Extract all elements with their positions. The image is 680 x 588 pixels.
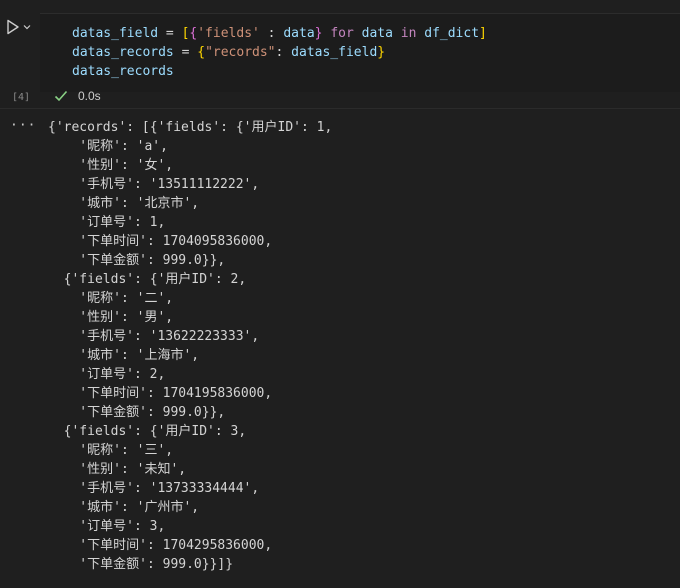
code-token: in: [400, 26, 417, 41]
output-line: '下单时间': 1704295836000,: [48, 538, 273, 553]
output-line: '下单时间': 1704195836000,: [48, 386, 273, 401]
output-line: '订单号': 1,: [48, 215, 166, 230]
output-line: '下单金额': 999.0}},: [48, 405, 226, 420]
execution-duration: 0.0s: [78, 89, 101, 103]
output-line: {'fields': {'用户ID': 3,: [48, 424, 247, 439]
output-line: '订单号': 2,: [48, 367, 166, 382]
output-line: '下单金额': 999.0}},: [48, 253, 226, 268]
output-line: {'fields': {'用户ID': 2,: [48, 272, 247, 287]
cell-run-controls: [6, 18, 36, 36]
code-token: {: [197, 45, 206, 60]
code-token: data: [353, 26, 401, 41]
code-line[interactable]: datas_field = [{'fields' : data} for dat…: [72, 24, 487, 43]
code-line[interactable]: datas_records: [72, 62, 174, 81]
output-more-actions-icon[interactable]: ···: [10, 118, 36, 133]
code-token: for: [330, 26, 354, 41]
code-token: "records": [205, 45, 276, 60]
code-token: data: [283, 26, 315, 41]
output-line: '城市': '北京市',: [48, 196, 200, 211]
cell-divider: [0, 108, 680, 109]
code-token: =: [158, 26, 182, 41]
code-cell[interactable]: datas_field = [{'fields' : data} for dat…: [0, 10, 680, 108]
chevron-down-icon[interactable]: [22, 22, 32, 32]
code-token: datas_field: [72, 26, 159, 41]
code-line[interactable]: datas_records = {"records": datas_field}: [72, 43, 385, 62]
cell-output: {'records': [{'fields': {'用户ID': 1, '昵称'…: [48, 118, 668, 574]
output-line: '手机号': '13622223333',: [48, 329, 260, 344]
code-token: 'fields': [197, 26, 260, 41]
notebook-page: datas_field = [{'fields' : data} for dat…: [0, 0, 680, 588]
execution-count: [4]: [12, 92, 31, 103]
output-line: '性别': '未知',: [48, 462, 187, 477]
output-line: '订单号': 3,: [48, 519, 166, 534]
code-token: datas_records: [72, 45, 174, 60]
output-line: '下单时间': 1704095836000,: [48, 234, 273, 249]
output-line: '手机号': '13511112222',: [48, 177, 260, 192]
output-line: '性别': '女',: [48, 158, 174, 173]
output-line: {'records': [{'fields': {'用户ID': 1,: [48, 120, 333, 135]
output-line: '城市': '广州市',: [48, 500, 200, 515]
code-editor[interactable]: datas_field = [{'fields' : data} for dat…: [40, 13, 680, 92]
output-line: '手机号': '13733334444',: [48, 481, 260, 496]
output-line: '下单金额': 999.0}}]}: [48, 557, 234, 572]
code-token: datas_records: [72, 64, 174, 79]
output-line: '昵称': '二',: [48, 291, 174, 306]
output-line: '昵称': '三',: [48, 443, 174, 458]
run-cell-icon[interactable]: [6, 19, 20, 35]
code-token: df_dict: [416, 26, 480, 41]
check-icon: [54, 90, 68, 102]
code-token: =: [173, 45, 198, 60]
code-token: }: [377, 45, 386, 60]
output-line: '城市': '上海市',: [48, 348, 200, 363]
code-token: ]: [479, 26, 487, 41]
output-line: '昵称': 'a',: [48, 139, 168, 154]
output-line: '性别': '男',: [48, 310, 174, 325]
code-token: :: [275, 45, 292, 60]
execution-status: 0.0s: [54, 89, 101, 103]
code-token: datas_field: [291, 45, 378, 60]
code-token: :: [259, 26, 284, 41]
